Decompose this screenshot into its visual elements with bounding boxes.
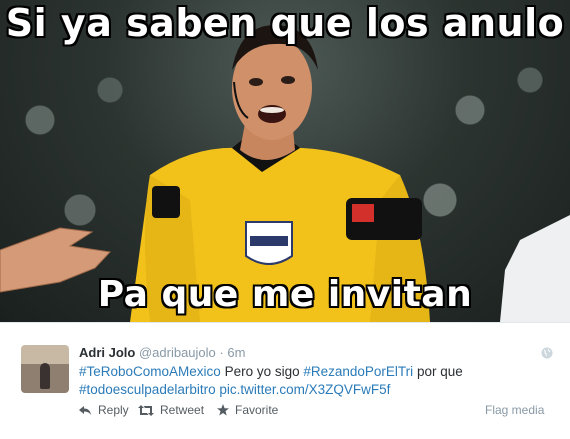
retweet-button[interactable]: Retweet bbox=[138, 403, 204, 417]
meme-top-caption: Si ya saben que los anulo bbox=[5, 1, 565, 45]
tweet-header: Adri Jolo @adribaujolo · 6m bbox=[79, 345, 245, 361]
tweet-link[interactable]: pic.twitter.com/X3ZQVFwF5f bbox=[219, 382, 390, 397]
globe-icon[interactable] bbox=[541, 347, 553, 359]
tweet-link[interactable]: #TeRoboComoAMexico bbox=[79, 364, 221, 379]
reply-button[interactable]: Reply bbox=[79, 403, 129, 417]
meme-image[interactable]: Si ya saben que los anulo Pa que me invi… bbox=[0, 0, 570, 322]
retweet-label: Retweet bbox=[160, 403, 205, 417]
user-handle[interactable]: @adribaujolo bbox=[139, 345, 216, 360]
tweet-text-segment: por que bbox=[413, 364, 463, 379]
favorite-button[interactable]: Favorite bbox=[217, 403, 278, 417]
tweet-actions: Reply Retweet Favorite Flag media bbox=[79, 403, 559, 419]
tweet-link[interactable]: #todoesculpadelarbitro bbox=[79, 382, 216, 397]
tweet-text-segment: Pero yo sigo bbox=[220, 364, 304, 379]
meme-bottom-caption: Pa que me invitan bbox=[97, 274, 473, 315]
star-icon bbox=[217, 404, 229, 416]
tweet-timestamp[interactable]: 6m bbox=[227, 345, 245, 360]
favorite-label: Favorite bbox=[235, 403, 279, 417]
avatar[interactable] bbox=[21, 345, 69, 393]
retweet-icon bbox=[138, 404, 154, 416]
reply-label: Reply bbox=[98, 403, 129, 417]
flag-media-link[interactable]: Flag media bbox=[485, 403, 544, 417]
tweet-link[interactable]: #RezandoPorElTri bbox=[303, 364, 413, 379]
reply-icon bbox=[79, 405, 91, 415]
separator-dot: · bbox=[219, 345, 224, 360]
user-name[interactable]: Adri Jolo bbox=[79, 345, 135, 360]
tweet-text: #TeRoboComoAMexico Pero yo sigo #Rezando… bbox=[79, 363, 549, 399]
avatar-person bbox=[40, 363, 50, 389]
tweet-card: Adri Jolo @adribaujolo · 6m #TeRoboComoA… bbox=[0, 322, 570, 439]
